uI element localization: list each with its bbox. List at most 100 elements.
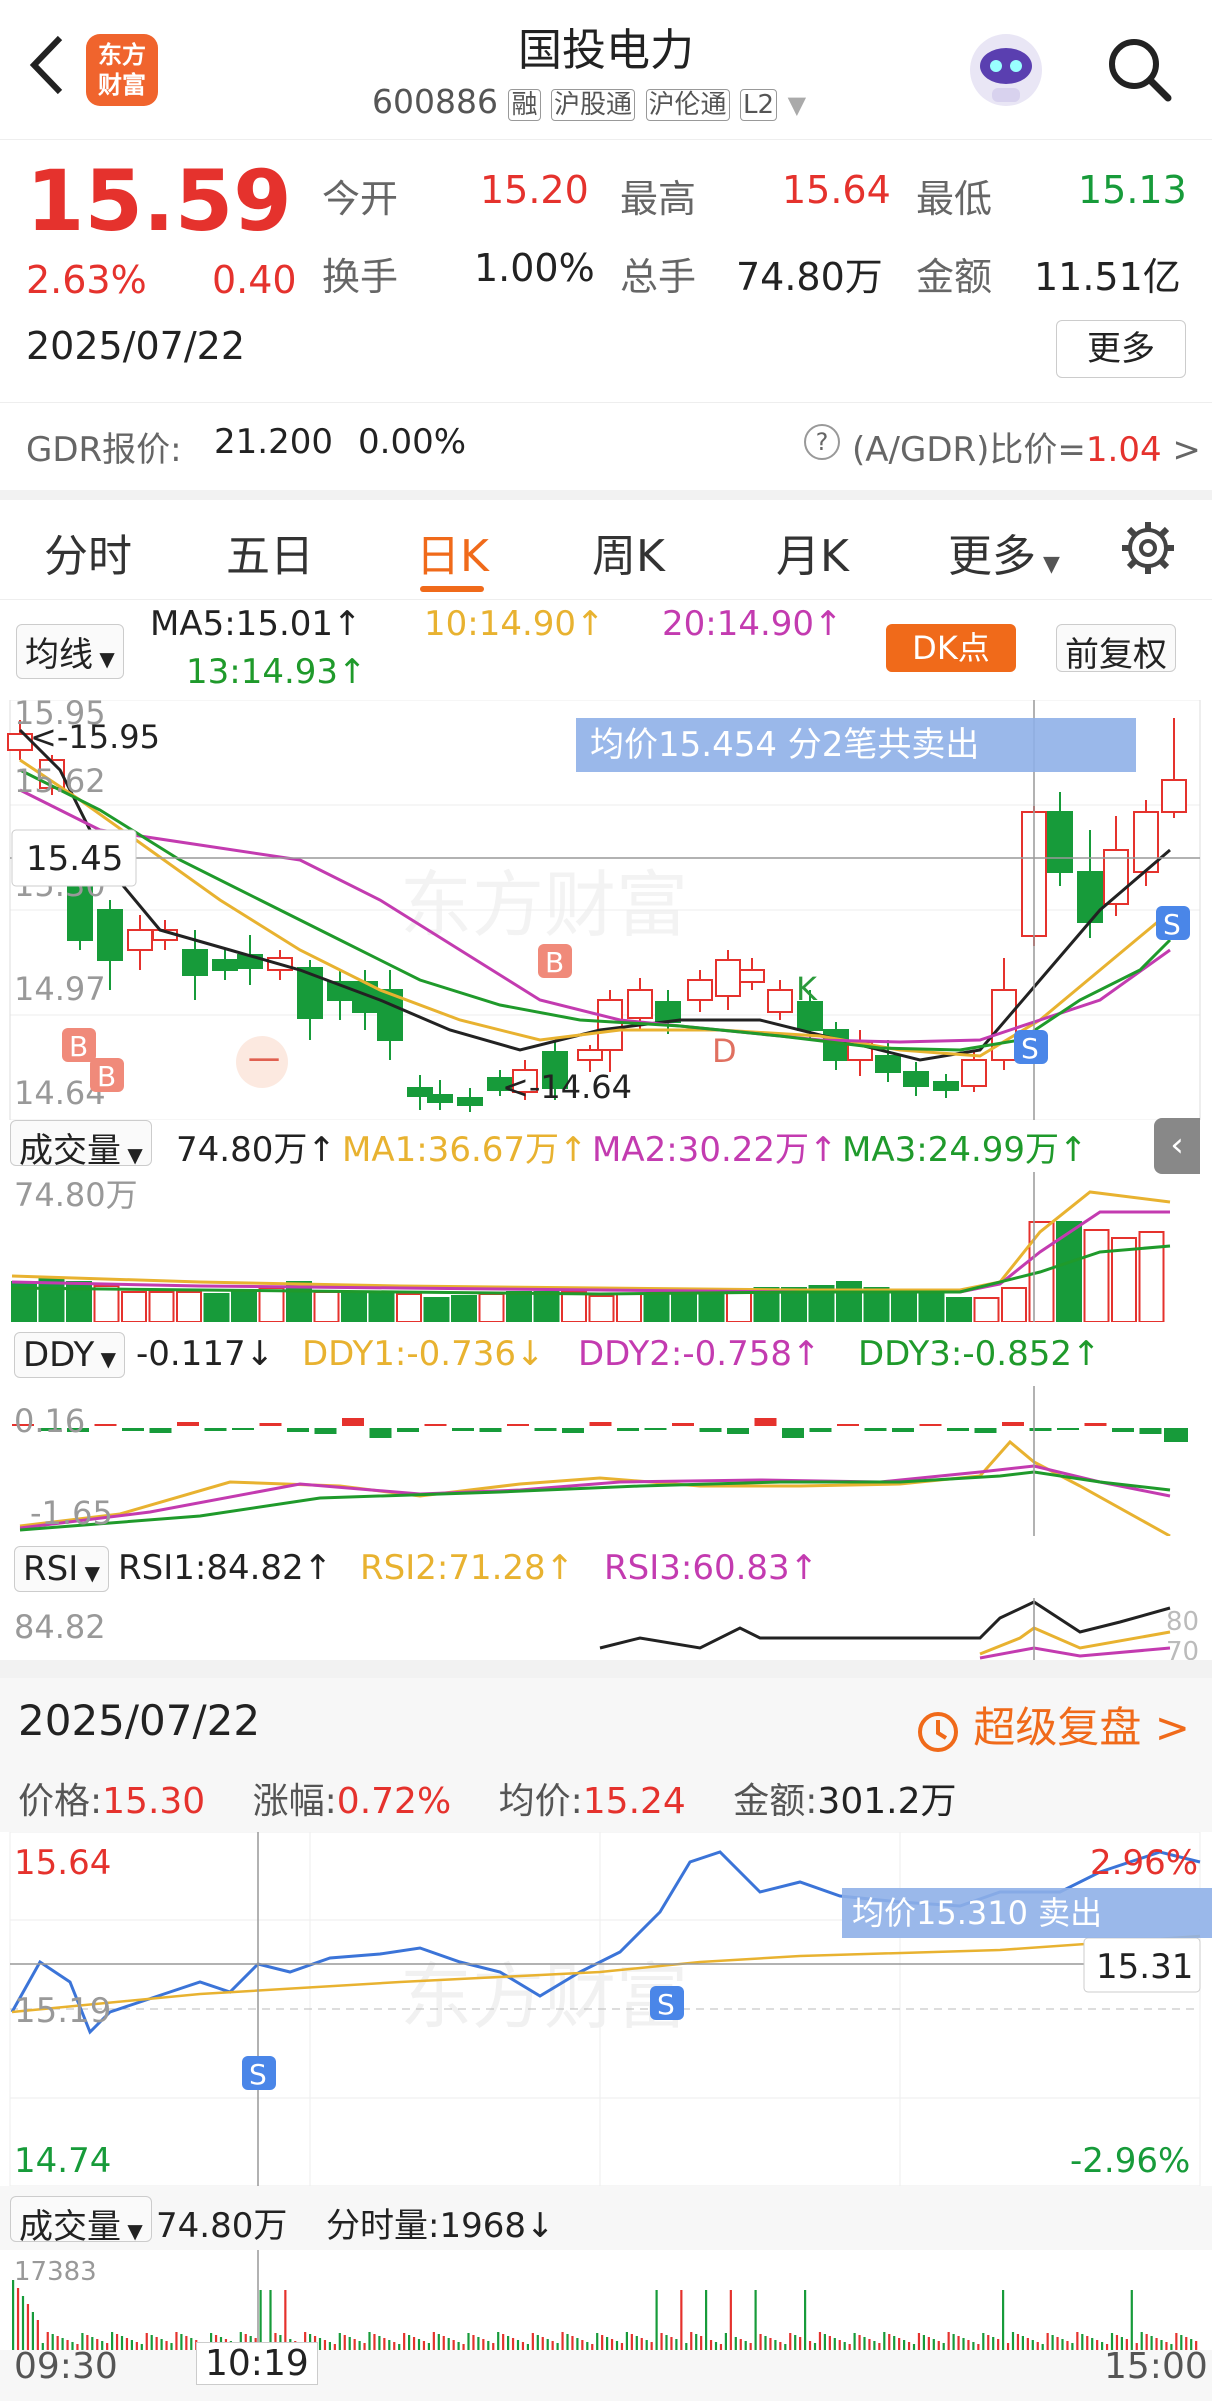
- intraday-volume-bar: [724, 2333, 727, 2350]
- intraday-volume-bar: [358, 2341, 361, 2350]
- intraday-amount: 301.2万: [817, 1781, 957, 1822]
- sell-marker-2-label: S: [1163, 908, 1181, 941]
- tab-five-day[interactable]: 五日: [226, 520, 314, 584]
- amount-label: 金额: [916, 255, 993, 299]
- volume-bar: [726, 1291, 752, 1322]
- intraday-volume-bar: [323, 2340, 327, 2350]
- rsi3-line: [979, 1646, 1171, 1660]
- intraday-avg: 15.24: [582, 1781, 686, 1822]
- candle-body: [739, 969, 765, 983]
- tab-daily-k[interactable]: 日K: [416, 520, 489, 584]
- intraday-avg-label: 均价:: [498, 1781, 583, 1822]
- intraday-volume-bar: [1036, 2342, 1039, 2350]
- sell-marker[interactable]: S: [1014, 1030, 1048, 1065]
- intraday-volume-bar: [343, 2335, 346, 2350]
- kline-chart[interactable]: 东方财富 15.95 15.62 15.30 14.97 14.64 <-15.…: [0, 700, 1212, 1120]
- rsi-selector[interactable]: RSI ▼: [14, 1546, 109, 1592]
- intraday-volume-bar: [190, 2338, 193, 2350]
- intraday-volume-bar: [660, 2333, 663, 2350]
- collapse-panel-button[interactable]: ‹: [1154, 1118, 1200, 1174]
- buy-marker[interactable]: B: [538, 944, 572, 979]
- rsi2-value: RSI2:71.28↑: [360, 1548, 575, 1588]
- ddy-bar: [809, 1428, 832, 1432]
- kline-y-97: 14.97: [14, 970, 106, 1008]
- tab-more[interactable]: 更多 ▼: [948, 520, 1060, 584]
- candle-body: [212, 959, 238, 971]
- search-icon[interactable]: [1104, 34, 1174, 104]
- ddy-chart[interactable]: 0.16 -1.65: [0, 1386, 1212, 1536]
- intraday-volume-bar: [259, 2290, 262, 2350]
- ddy3-line: [19, 1470, 1171, 1532]
- volume-selector-label: 成交量: [19, 1131, 121, 1171]
- intraday-chart[interactable]: 东方财富 15.64 15.19 14.74 2.96% -2.96% 15.3…: [0, 1832, 1212, 2186]
- intraday-sell-marker[interactable]: S: [242, 2056, 276, 2091]
- dropdown-icon[interactable]: ▼: [788, 91, 806, 119]
- ddy-bar: [287, 1428, 309, 1432]
- sell-marker-2[interactable]: S: [1156, 906, 1190, 941]
- low-label: 最低: [916, 177, 993, 221]
- intraday-volume-selector[interactable]: 成交量 ▼: [10, 2196, 152, 2247]
- intraday-volume-bar: [1130, 2290, 1133, 2350]
- volume-ma2-line: [11, 1210, 1170, 1294]
- intraday-volume-bar: [12, 2280, 15, 2350]
- volume-bar: [368, 1293, 395, 1322]
- intraday-volume-bar: [125, 2338, 129, 2350]
- ddy1-value: DDY1:-0.736↓: [302, 1334, 545, 1374]
- intraday-volume-bar: [1051, 2335, 1054, 2350]
- intraday-volume-bar: [610, 2339, 614, 2350]
- intraday-fen-volume: 分时量:1968↓: [326, 2206, 555, 2246]
- ddy-bar: [1002, 1422, 1024, 1426]
- robot-assistant-icon[interactable]: [962, 26, 1050, 114]
- ratio-row[interactable]: (A/GDR)比价=1.04 >: [852, 422, 1201, 471]
- intraday-volume-bar: [754, 2290, 757, 2350]
- intraday-volume-bar: [690, 2332, 693, 2350]
- intraday-volume-bar: [546, 2339, 549, 2350]
- tab-more-label: 更多: [948, 531, 1036, 582]
- gdr-pct: 0.00%: [358, 422, 467, 462]
- buy-marker-label: B: [545, 946, 564, 979]
- ddy-bar: [314, 1428, 337, 1434]
- buy-marker-3[interactable]: B: [90, 1058, 124, 1093]
- intraday-volume-bar: [427, 2343, 430, 2350]
- tab-weekly-k[interactable]: 周K: [592, 520, 665, 584]
- buy-marker-2[interactable]: B: [62, 1028, 96, 1063]
- intraday-volume-bar: [541, 2337, 544, 2350]
- intraday-volume-bar: [180, 2334, 183, 2350]
- intraday-volume-chart[interactable]: 17383: [0, 2250, 1212, 2350]
- intraday-volume-bar: [1091, 2338, 1094, 2350]
- intraday-volume-bar: [130, 2340, 133, 2350]
- volume-selector[interactable]: 成交量 ▼: [10, 1120, 152, 1171]
- volume-chart[interactable]: 74.80万: [0, 1172, 1212, 1322]
- time-start: 09:30: [14, 2346, 118, 2387]
- volume-bar: [423, 1297, 450, 1322]
- intraday-volume-bar: [516, 2340, 520, 2350]
- ddy-selector[interactable]: DDY ▼: [14, 1332, 126, 1378]
- tab-monthly-k[interactable]: 月K: [776, 520, 849, 584]
- intraday-volume-value: 74.80万: [156, 2206, 288, 2246]
- intraday-volume-bar: [591, 2344, 594, 2350]
- rsi-chart[interactable]: 84.82 80 70: [0, 1598, 1212, 1660]
- intraday-volume-bar: [729, 2290, 732, 2350]
- dk-point-button[interactable]: DK点: [886, 624, 1016, 672]
- app-header: 东方 财富 国投电力 600886 融 沪股通 沪伦通 L2 ▼: [0, 0, 1212, 140]
- intraday-sell-marker-2[interactable]: S: [650, 1986, 684, 2021]
- help-icon[interactable]: ?: [804, 424, 840, 460]
- intraday-volume-bar: [581, 2340, 584, 2350]
- intraday-volume-bar: [1101, 2342, 1104, 2350]
- adjust-selector[interactable]: 前复权: [1056, 624, 1176, 675]
- intraday-volume-bar: [507, 2336, 510, 2350]
- volume-bar: [533, 1291, 560, 1322]
- ddy-bar: [424, 1424, 447, 1426]
- super-replay-link[interactable]: 超级复盘 >: [914, 1694, 1190, 1755]
- more-button[interactable]: 更多: [1056, 320, 1186, 378]
- volume-ma1-line: [11, 1190, 1171, 1292]
- intraday-volume-selector-label: 成交量: [19, 2207, 121, 2247]
- settings-gear-icon[interactable]: [1120, 520, 1176, 576]
- volume-bar: [506, 1291, 532, 1322]
- ma-selector[interactable]: 均线 ▼: [16, 624, 124, 679]
- tab-intraday[interactable]: 分时: [44, 520, 132, 584]
- change-pct: 2.63%: [26, 258, 147, 302]
- intraday-volume-bar: [784, 2344, 787, 2350]
- intraday-volume-bar: [635, 2336, 638, 2350]
- ddy-bar: [122, 1428, 144, 1431]
